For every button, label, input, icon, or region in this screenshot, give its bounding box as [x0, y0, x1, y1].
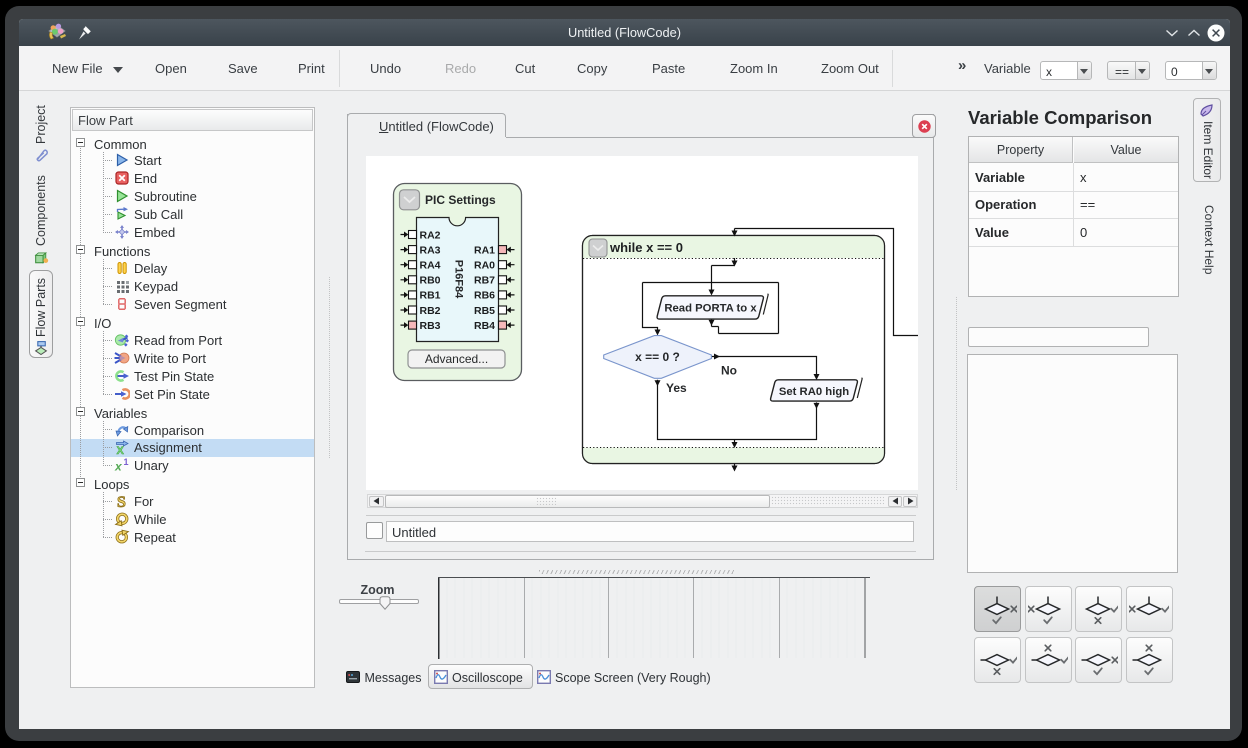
svg-text:Read PORTA to x: Read PORTA to x [664, 302, 757, 314]
svg-text:PIC Settings: PIC Settings [425, 193, 496, 207]
svg-text:No: No [721, 364, 737, 378]
svg-text:RA1: RA1 [474, 244, 495, 256]
svg-text:x == 0 ?: x == 0 ? [635, 350, 680, 364]
svg-text:RA3: RA3 [420, 244, 441, 256]
svg-text:x: x [114, 460, 123, 474]
svg-text:S: S [117, 494, 126, 509]
svg-text:RB6: RB6 [474, 290, 495, 302]
svg-text:RB1: RB1 [420, 290, 441, 302]
svg-text:RB7: RB7 [474, 275, 495, 287]
svg-text:Set RA0 high: Set RA0 high [779, 386, 849, 398]
svg-text:1: 1 [124, 457, 129, 467]
svg-text:P16F84: P16F84 [453, 260, 465, 299]
svg-text:RB2: RB2 [420, 305, 441, 317]
svg-text:RB0: RB0 [420, 275, 441, 287]
svg-text:X: X [117, 445, 125, 455]
svg-text:while x == 0: while x == 0 [609, 240, 683, 255]
svg-text:Advanced...: Advanced... [425, 352, 488, 366]
svg-text:RA2: RA2 [420, 229, 441, 241]
svg-text:RA4: RA4 [420, 260, 441, 272]
svg-text:RB3: RB3 [420, 320, 441, 332]
svg-text:RA0: RA0 [474, 260, 495, 272]
svg-text:Yes: Yes [666, 381, 687, 395]
svg-text:RB4: RB4 [474, 320, 495, 332]
svg-text:RB5: RB5 [474, 305, 495, 317]
